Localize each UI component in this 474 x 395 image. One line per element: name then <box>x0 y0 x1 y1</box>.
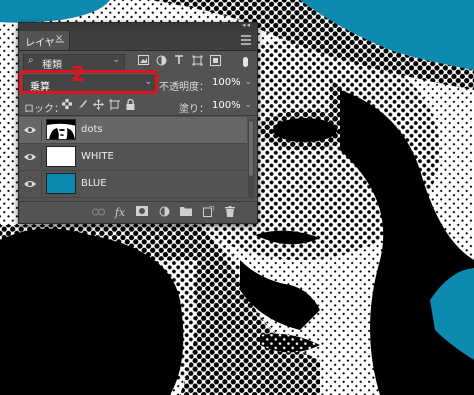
chevron-down-icon[interactable]: ⌄ <box>244 100 252 110</box>
adjustment-filter-icon[interactable] <box>155 55 167 67</box>
layer-thumbnail-dots <box>46 119 76 140</box>
add-mask-icon[interactable] <box>135 206 149 220</box>
fx-icon[interactable]: fx <box>113 206 127 220</box>
new-group-icon[interactable] <box>179 206 193 220</box>
layer-thumbnail-white <box>46 146 76 167</box>
lock-transparent-pixels-icon[interactable] <box>61 99 72 110</box>
link-layers-icon[interactable] <box>91 206 105 220</box>
panel-title-bar[interactable]: ◂◂ <box>19 21 257 31</box>
lock-all-icon[interactable] <box>125 98 136 110</box>
layers-list: dots WHITE BLUE <box>19 117 247 199</box>
layer-name: BLUE <box>81 178 107 189</box>
filter-kind-label: 種類 <box>42 60 62 71</box>
opacity-label: 不透明度： <box>159 82 209 93</box>
new-layer-icon[interactable] <box>201 205 215 220</box>
layers-scrollbar[interactable] <box>248 119 254 199</box>
layer-name: WHITE <box>81 151 114 162</box>
chevron-down-icon: ⌄ <box>112 55 120 65</box>
lock-image-pixels-icon[interactable] <box>77 99 88 110</box>
fill-value: 100% <box>212 100 241 111</box>
layer-filter-row: ⌕ 種類 ⌄ <box>19 52 257 72</box>
opacity-field[interactable]: 100% ⌄ <box>212 77 252 91</box>
blend-opacity-row: 乗算 ⌄ 2 不透明度： 100% ⌄ <box>19 62 257 96</box>
panel-tab-bar: レイヤー × <box>19 31 257 51</box>
shape-filter-icon[interactable] <box>191 55 203 67</box>
fill-field[interactable]: 100% ⌄ <box>212 100 252 111</box>
image-filter-icon[interactable] <box>137 55 149 67</box>
visibility-eye-icon[interactable] <box>23 124 37 136</box>
visibility-eye-icon[interactable] <box>23 178 37 190</box>
layers-bottom-toolbar: fx <box>19 201 257 224</box>
opacity-value: 100% <box>212 77 241 88</box>
collapse-panel-icon[interactable]: ◂◂ <box>242 21 251 29</box>
panel-menu-icon[interactable] <box>241 35 251 45</box>
lock-position-icon[interactable] <box>93 99 104 110</box>
layer-thumbnail-blue <box>46 173 76 194</box>
row-divider <box>41 146 42 168</box>
callout-highlight-box <box>19 70 158 94</box>
smart-object-filter-icon[interactable] <box>209 55 221 67</box>
row-divider <box>41 173 42 195</box>
fill-label: 塗り： <box>179 104 209 115</box>
layers-panel: ◂◂ レイヤー × ⌕ 種類 ⌄ 乗算 ⌄ 2 不透明度： 100% ⌄ ロック… <box>18 21 258 224</box>
adjustment-layer-icon[interactable] <box>157 206 171 220</box>
chevron-down-icon[interactable]: ⌄ <box>244 77 252 87</box>
scrollbar-thumb[interactable] <box>249 121 253 176</box>
tab-close-icon[interactable]: × <box>55 33 63 44</box>
filter-toggle-switch[interactable] <box>243 57 248 67</box>
layer-row-blue[interactable]: BLUE <box>19 171 247 198</box>
tab-layers[interactable]: レイヤー × <box>19 31 70 50</box>
layer-row-dots[interactable]: dots <box>19 117 247 144</box>
search-icon: ⌕ <box>28 55 34 66</box>
layer-row-white[interactable]: WHITE <box>19 144 247 171</box>
delete-layer-icon[interactable] <box>223 206 237 220</box>
callout-step-number: 2 <box>71 62 85 86</box>
row-divider <box>41 119 42 141</box>
lock-label: ロック： <box>24 104 64 115</box>
type-filter-icon[interactable] <box>173 55 185 67</box>
layer-name: dots <box>81 124 103 135</box>
lock-fill-row: ロック： 塗り： 100% ⌄ <box>19 97 257 116</box>
visibility-eye-icon[interactable] <box>23 151 37 163</box>
lock-artboard-icon[interactable] <box>109 99 120 110</box>
